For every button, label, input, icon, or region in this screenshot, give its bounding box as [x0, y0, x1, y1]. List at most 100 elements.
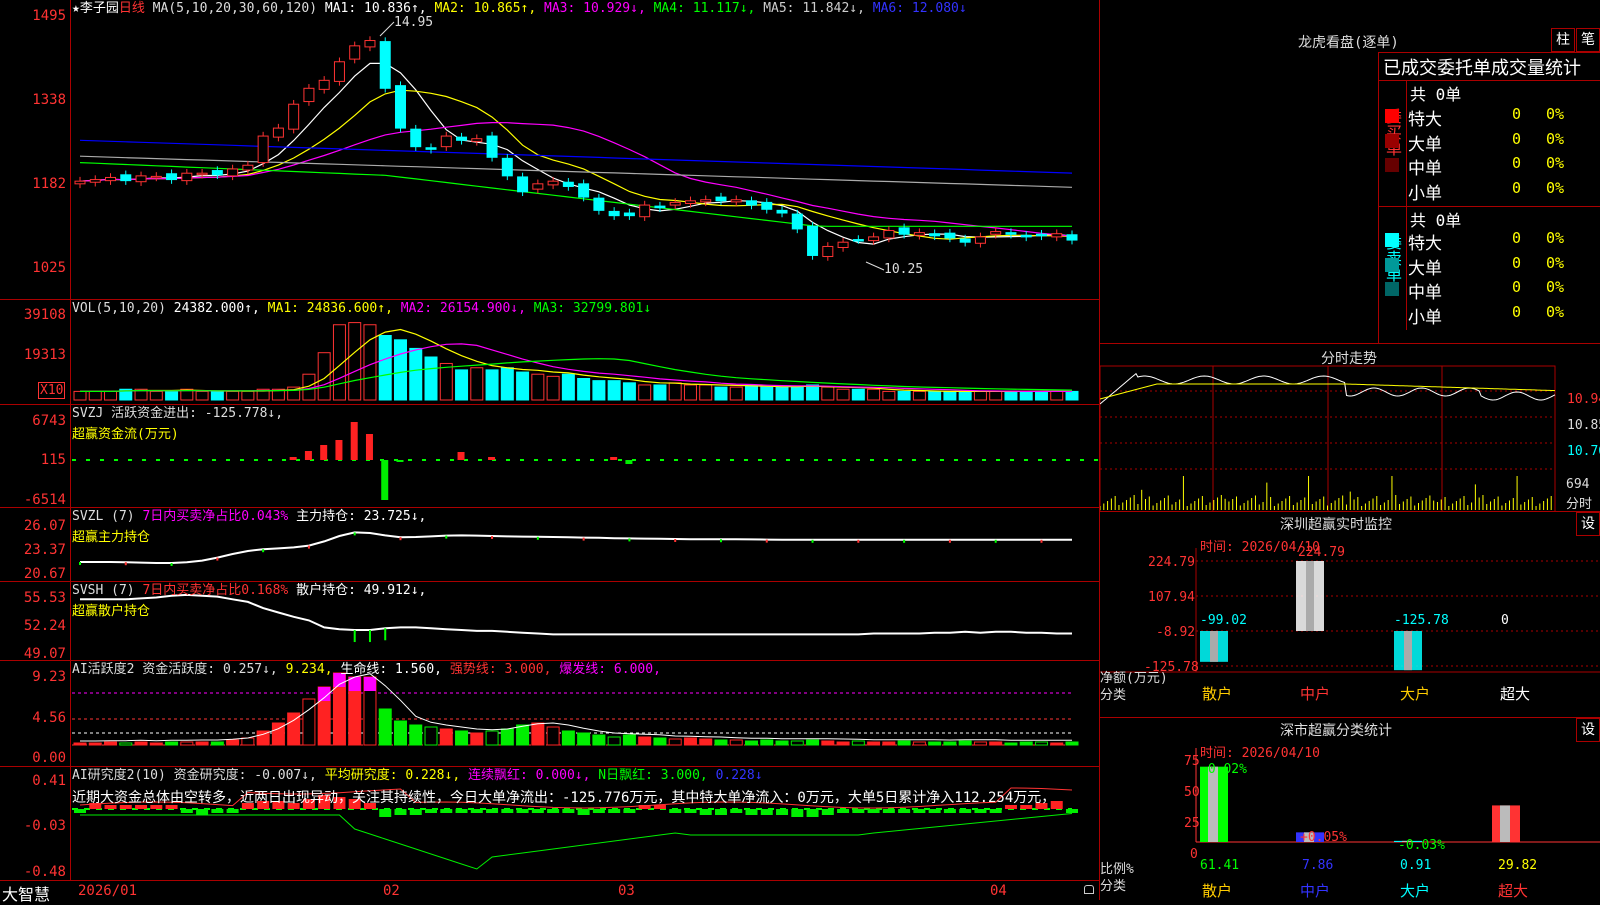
sell-row-pct: 0% [1546, 229, 1565, 247]
svzl-tick [170, 563, 173, 566]
candle-body [562, 181, 574, 187]
research-bar [882, 809, 895, 813]
ai-activity-panel[interactable]: 9.23 4.56 0.00 AI活跃度2 资金活跃度: 0.257↓, 9.2… [0, 661, 1099, 767]
sz-class-panel[interactable]: 深市超赢分类统计 设 时间: 2026/04/10 75 50 25 0 比例%… [1099, 718, 1600, 900]
candle-body [272, 127, 284, 138]
date-label: 04 [990, 883, 1007, 899]
research-bar [562, 809, 575, 813]
activity-bar [210, 741, 224, 746]
stock-name[interactable]: ★李子园 [72, 1, 119, 16]
intraday-panel[interactable]: 分时走势 10.94 10.85 10.76 694 分时 [1099, 344, 1600, 512]
intraday-chart[interactable] [1100, 344, 1600, 512]
research-bar [837, 809, 850, 813]
activity-bar [409, 724, 423, 746]
lock-icon[interactable] [1084, 885, 1094, 894]
svzl-ratio: 7日内买卖净占比0.043% [142, 509, 289, 524]
research-bar [699, 809, 712, 815]
ai-research-chart[interactable] [0, 767, 1099, 880]
sz-monitor-bar-shade [1210, 631, 1218, 662]
volume-panel[interactable]: 39108 19313 X10 VOL(5,10,20) 24382.000↑,… [0, 300, 1099, 405]
svzl-subtitle: 超赢主力持仓 [72, 530, 151, 545]
research-bar [211, 809, 224, 813]
sz-class-category: 大户 [1400, 882, 1431, 900]
research-green-line [80, 813, 1073, 870]
ma3-line [79, 121, 1073, 237]
volume-ma2: MA2: 26154.900↓, [400, 301, 526, 316]
candle-body [89, 179, 101, 183]
activity-bar [149, 742, 163, 746]
activity-bar [790, 740, 804, 746]
candle-body [303, 87, 315, 103]
volume-params: VOL(5,10,20) [72, 301, 166, 316]
svsh-panel[interactable]: 55.53 52.24 49.07 SVSH (7) 7日内买卖净占比0.168… [0, 582, 1099, 661]
sell-row-swatch [1385, 306, 1399, 321]
volume-bar [378, 335, 392, 401]
candle-body [1020, 234, 1032, 238]
svzl-tick [216, 557, 219, 561]
ai-research-consecutive: 连续飘红: 0.000↓, [468, 768, 591, 783]
candle-body [822, 245, 834, 258]
buy-row-count: 0 [1512, 105, 1522, 123]
activity-bar [455, 730, 469, 746]
svsh-ratio: 7日内买卖净占比0.168% [142, 583, 289, 598]
candle-body [120, 174, 132, 182]
candle-body [913, 232, 925, 236]
research-bar [623, 809, 636, 813]
kline-panel[interactable]: 1495 1338 1182 1025 ★李子园日线 MA(5,10,20,30… [0, 0, 1099, 300]
candle-body [974, 236, 986, 244]
ma4-value: MA4: 11.117↓, [653, 1, 756, 16]
candle-body [364, 40, 376, 48]
activity-bar [424, 726, 438, 746]
volume-bar [714, 386, 728, 401]
svzl-tick [262, 549, 265, 553]
sz-monitor-category: 散户 [1202, 685, 1233, 703]
sell-row-count: 0 [1512, 229, 1522, 247]
intraday-unit-label: 分时 [1566, 497, 1593, 512]
ai-research-panel[interactable]: 0.41 -0.03 -0.48 AI研究度2(10) 资金研究度: -0.00… [0, 767, 1099, 880]
svzl-tick [491, 536, 494, 539]
activity-bar [393, 720, 407, 746]
kline-chart[interactable] [0, 0, 1099, 300]
ai-activity-header: AI活跃度2 资金活跃度: 0.257↓, 9.234, 生命线: 1.560,… [72, 663, 661, 677]
sz-monitor-ytick: -8.92 [1156, 625, 1196, 640]
activity-bar [516, 724, 530, 746]
volume-bar [912, 390, 926, 401]
svzl-panel[interactable]: 26.07 23.37 20.67 SVZL (7) 7日内买卖净占比0.043… [0, 508, 1099, 582]
candle-body [669, 201, 681, 206]
activity-bar [378, 708, 392, 746]
research-bar [776, 809, 789, 815]
low-marker [865, 261, 885, 271]
sell-row-pct: 0% [1546, 278, 1565, 296]
dragon-tiger-panel[interactable]: 龙虎看盘(逐单) 柱 笔 已成交委托单成交量统计 委买单 共 0单 特大 0 0% 大… [1099, 0, 1600, 344]
volume-bar [73, 390, 87, 401]
kline-header: ★李子园日线 MA(5,10,20,30,60,120) MA1: 10.836… [72, 2, 967, 16]
research-bar [669, 809, 682, 813]
research-bar [394, 809, 407, 815]
candle-body [791, 213, 803, 230]
tick-mode-button[interactable]: 笔 [1576, 28, 1600, 52]
activity-bar [485, 730, 499, 746]
sell-row-name: 大单 [1408, 258, 1442, 279]
candle-body [684, 200, 696, 204]
sz-class-ytick: 50 [1184, 785, 1200, 800]
date-axis[interactable]: 大智慧 2026/01 02 03 04 [0, 880, 1099, 904]
svzl-position-line [80, 531, 1072, 564]
svzj-panel[interactable]: 6743 115 -6514 SVZJ 活跃资金进出: -125.778↓, 超… [0, 405, 1099, 508]
volume-bar [195, 390, 209, 401]
sell-row-pct: 0% [1546, 253, 1565, 272]
volume-bar [516, 371, 530, 401]
sz-monitor-panel[interactable]: 深圳超赢实时监控 设 时间: 2026/04/10 224.79 107.94 … [1099, 512, 1600, 718]
candle-body [990, 231, 1002, 235]
date-label: 2026/01 [78, 883, 138, 899]
buy-row-count: 0 [1512, 154, 1522, 172]
ai-life-line: 生命线: 1.560, [340, 662, 442, 677]
bar-mode-button[interactable]: 柱 [1551, 28, 1575, 52]
buy-row-pct: 0% [1546, 105, 1565, 123]
volume-ma3: MA3: 32799.801↓ [533, 301, 652, 316]
svzl-tick [79, 562, 81, 565]
svsh-params: SVSH (7) [72, 583, 135, 598]
volume-header: VOL(5,10,20) 24382.000↑, MA1: 24836.600↑… [72, 302, 651, 316]
buy-row-swatch [1385, 109, 1399, 123]
period-label[interactable]: 日线 [119, 1, 145, 16]
activity-bar [714, 739, 728, 746]
